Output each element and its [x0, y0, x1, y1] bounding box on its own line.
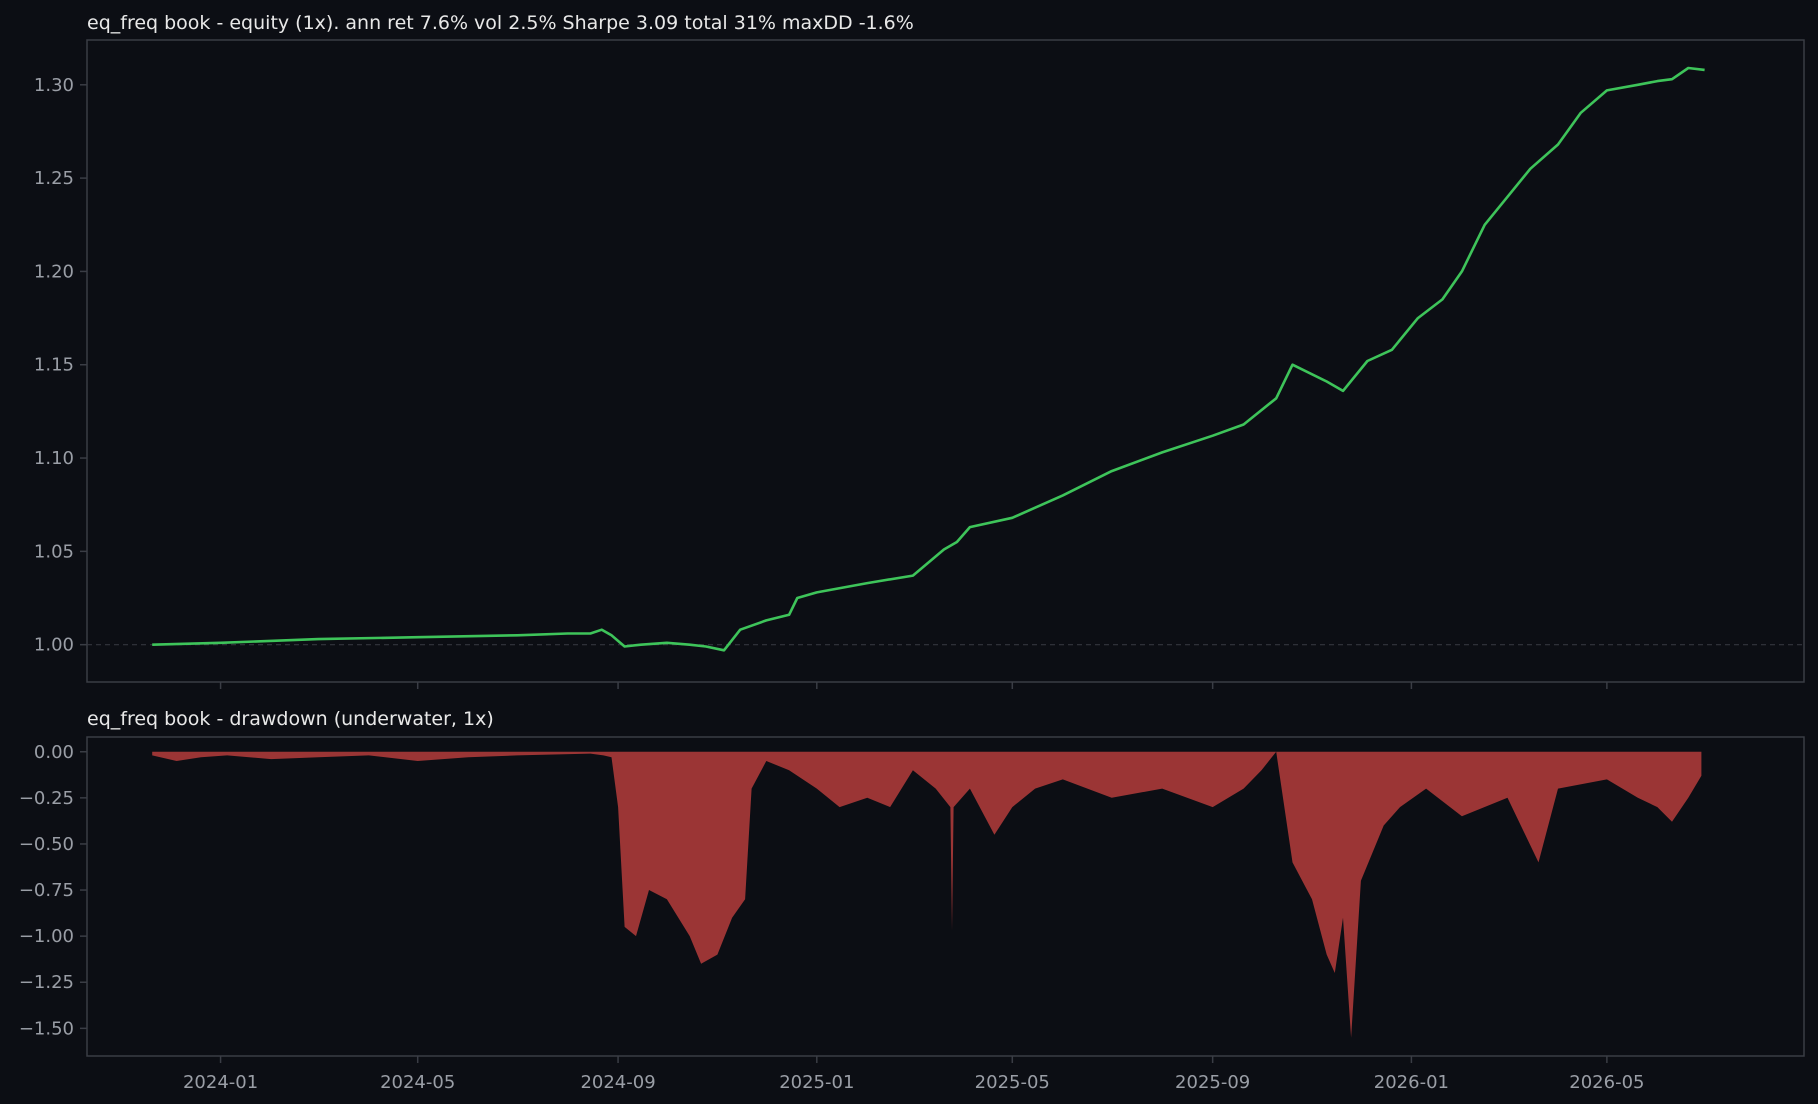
x-tick-label: 2026-05	[1569, 1072, 1644, 1093]
equity-panel: eq_freq book - equity (1x). ann ret 7.6%…	[34, 12, 1805, 689]
drawdown-y-tick-label: 0.00	[34, 742, 74, 763]
drawdown-y-tick-label: −0.75	[19, 880, 74, 901]
equity-y-tick-label: 1.30	[34, 75, 74, 96]
drawdown-y-tick-label: −1.50	[19, 1018, 74, 1039]
equity-title: eq_freq book - equity (1x). ann ret 7.6%…	[87, 12, 914, 34]
equity-y-tick-label: 1.10	[34, 448, 74, 469]
x-tick-label: 2025-01	[779, 1072, 854, 1093]
drawdown-y-tick-label: −1.25	[19, 972, 74, 993]
chart-canvas: eq_freq book - equity (1x). ann ret 7.6%…	[0, 0, 1818, 1104]
drawdown-y-tick-label: −0.50	[19, 834, 74, 855]
equity-y-tick-label: 1.05	[34, 541, 74, 562]
drawdown-panel: eq_freq book - drawdown (underwater, 1x)…	[19, 708, 1805, 1093]
equity-y-tick-label: 1.00	[34, 635, 74, 656]
x-tick-label: 2025-09	[1175, 1072, 1250, 1093]
equity-plot-frame	[86, 39, 1805, 683]
x-tick-label: 2024-09	[580, 1072, 655, 1093]
equity-y-tick-label: 1.25	[34, 168, 74, 189]
x-tick-label: 2024-05	[380, 1072, 455, 1093]
drawdown-y-tick-label: −0.25	[19, 788, 74, 809]
x-tick-label: 2026-01	[1374, 1072, 1449, 1093]
equity-y-tick-label: 1.15	[34, 355, 74, 376]
drawdown-title: eq_freq book - drawdown (underwater, 1x)	[87, 708, 494, 730]
x-tick-label: 2024-01	[183, 1072, 258, 1093]
x-tick-label: 2025-05	[975, 1072, 1050, 1093]
drawdown-y-tick-label: −1.00	[19, 926, 74, 947]
equity-y-tick-label: 1.20	[34, 261, 74, 282]
